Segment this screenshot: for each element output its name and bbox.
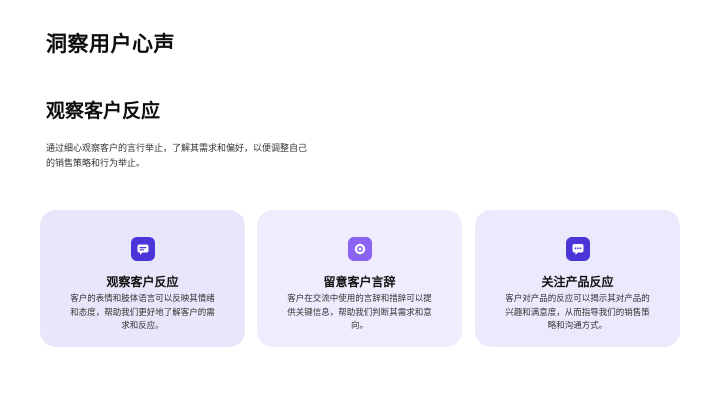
- card-text: 客户的表情和肢体语言可以反映其情绪和态度，帮助我们更好地了解客户的需求和反应。: [70, 294, 215, 331]
- card-note-words: 留意客户言辞 客户在交流中使用的言辞和措辞可以提供关键信息，帮助我们判断其需求和…: [257, 210, 462, 347]
- section-title: 观察客户反应: [46, 100, 161, 122]
- section-description: 通过细心观察客户的言行举止，了解其需求和偏好，以便调整自己的销售策略和行为举止。: [46, 144, 308, 169]
- message-dots-icon: [565, 237, 590, 261]
- chat-bubble-icon: [130, 237, 155, 261]
- card-text: 客户对产品的反应可以揭示其对产品的兴趣和满意度，从而指导我们的销售策略和沟通方式…: [505, 294, 650, 331]
- page-title: 洞察用户心声: [46, 32, 175, 56]
- card-observe-reaction: 观察客户反应 客户的表情和肢体语言可以反映其情绪和态度，帮助我们更好地了解客户的…: [40, 210, 245, 347]
- cards-row: 观察客户反应 客户的表情和肢体语言可以反映其情绪和态度，帮助我们更好地了解客户的…: [40, 210, 680, 347]
- card-title: 留意客户言辞: [323, 275, 396, 289]
- target-icon: [347, 237, 372, 261]
- card-product-reaction: 关注产品反应 客户对产品的反应可以揭示其对产品的兴趣和满意度，从而指导我们的销售…: [475, 210, 680, 347]
- card-title: 关注产品反应: [541, 275, 614, 289]
- card-text: 客户在交流中使用的言辞和措辞可以提供关键信息，帮助我们判断其需求和意向。: [287, 294, 432, 331]
- card-title: 观察客户反应: [106, 275, 179, 289]
